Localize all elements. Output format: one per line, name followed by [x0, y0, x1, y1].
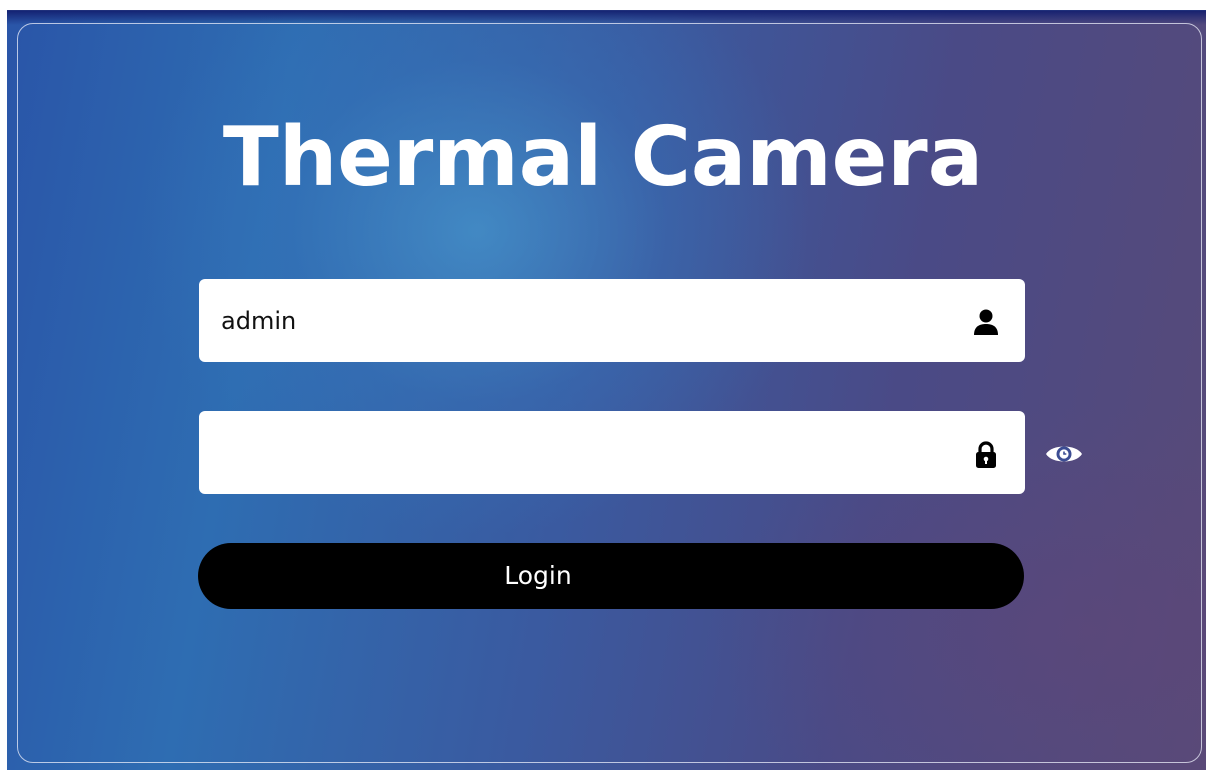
username-input[interactable] — [221, 279, 941, 362]
lock-icon — [976, 441, 996, 468]
password-input[interactable] — [221, 411, 941, 494]
user-icon — [974, 309, 998, 335]
page-title: Thermal Camera — [222, 110, 984, 205]
login-button-label: Login — [504, 561, 572, 590]
show-password-eye-icon[interactable] — [1044, 440, 1084, 468]
login-button[interactable]: Login — [198, 543, 1024, 609]
username-field-container — [199, 279, 1025, 362]
password-field-container — [199, 411, 1025, 494]
